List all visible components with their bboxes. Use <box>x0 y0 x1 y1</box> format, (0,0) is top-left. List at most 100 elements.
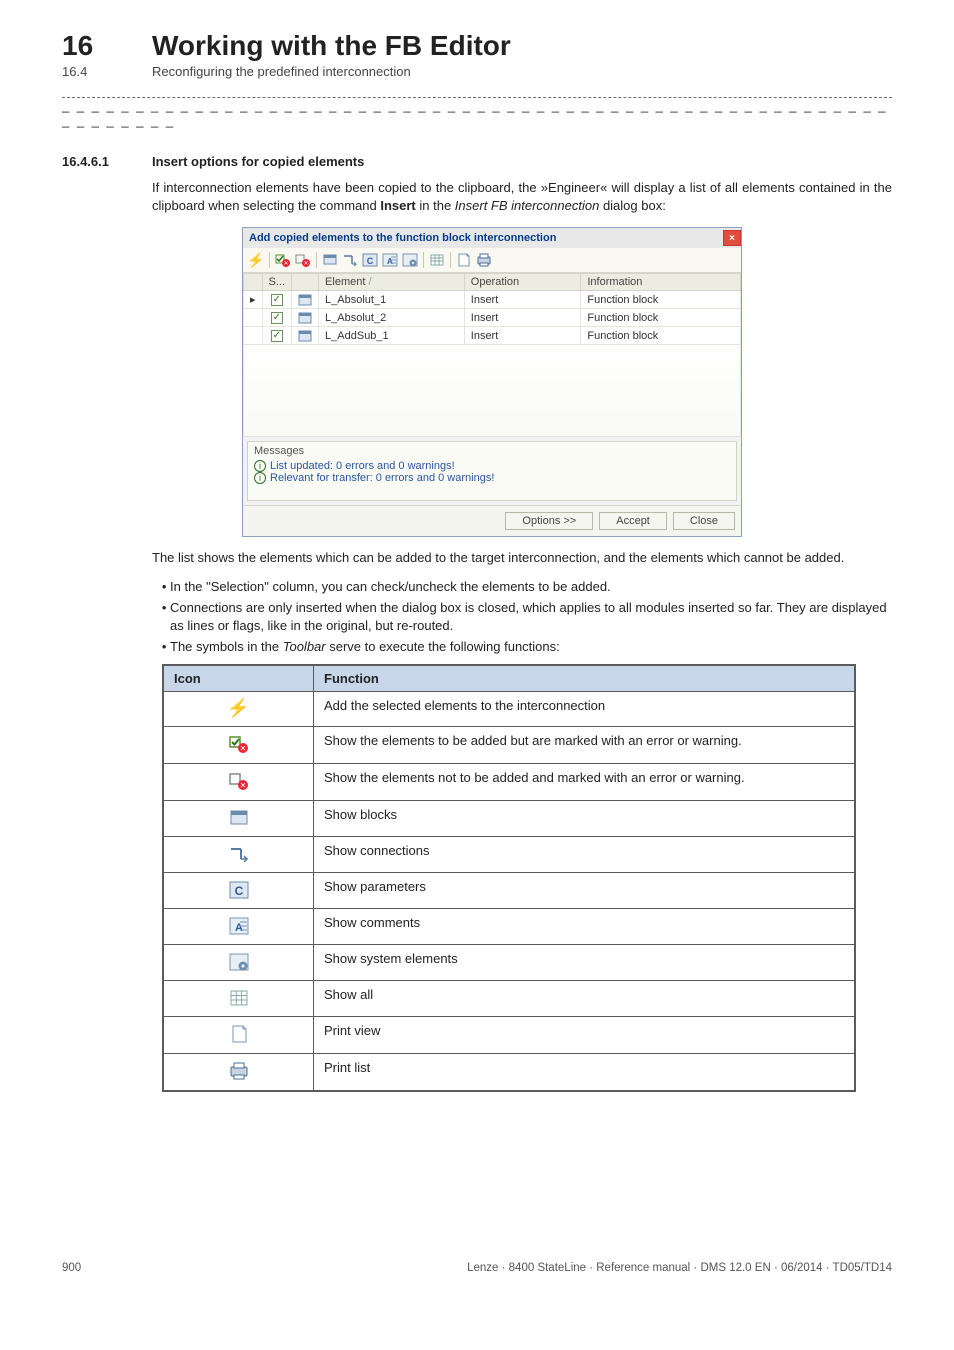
showall-icon[interactable] <box>428 251 446 269</box>
check-warn-icon[interactable]: ✕ <box>274 251 292 269</box>
toolbar-separator <box>423 252 424 268</box>
col-operation[interactable]: Operation <box>464 274 581 291</box>
insert-command: Insert <box>380 198 415 213</box>
function-cell: Show system elements <box>314 944 855 980</box>
message-2: Relevant for transfer: 0 errors and 0 wa… <box>270 472 494 484</box>
para-1c: dialog box: <box>599 198 666 213</box>
selection-checkbox[interactable]: ✓ <box>262 327 292 345</box>
row-pointer: ▸ <box>244 291 263 309</box>
bullet-list: In the "Selection" column, you can check… <box>152 578 892 656</box>
dialog-title: Add copied elements to the function bloc… <box>249 232 556 244</box>
para-1: If interconnection elements have been co… <box>152 179 892 215</box>
dialog-name: Insert FB interconnection <box>455 198 600 213</box>
list-item: The symbols in the Toolbar serve to exec… <box>170 638 892 656</box>
parameters-icon[interactable]: C <box>361 251 379 269</box>
table-row: Show all <box>164 980 855 1016</box>
element-cell: L_Absolut_1 <box>319 291 465 309</box>
table-row: Print list <box>164 1053 855 1090</box>
close-button[interactable]: Close <box>673 512 735 530</box>
syselem-icon[interactable] <box>401 251 419 269</box>
function-cell: Show all <box>314 980 855 1016</box>
dialog-toolbar: ⚡ ✕ ✕ C A <box>243 248 741 273</box>
uncheck-warn-icon[interactable]: ✕ <box>294 251 312 269</box>
table-row: Show system elements <box>164 944 855 980</box>
row-pointer <box>244 309 263 327</box>
info-cell: Function block <box>581 327 741 345</box>
function-cell: Show the elements to be added but are ma… <box>314 726 855 763</box>
accept-button[interactable]: Accept <box>599 512 667 530</box>
operation-cell: Insert <box>464 291 581 309</box>
operation-cell: Insert <box>464 309 581 327</box>
parameters-icon: C <box>164 872 314 908</box>
selection-checkbox[interactable]: ✓ <box>262 291 292 309</box>
function-cell: Add the selected elements to the interco… <box>314 691 855 726</box>
showall-icon <box>164 980 314 1016</box>
list-item: Connections are only inserted when the d… <box>170 599 892 634</box>
table-row: ⚡Add the selected elements to the interc… <box>164 691 855 726</box>
svg-text:A: A <box>387 257 393 266</box>
bolt-icon: ⚡ <box>164 691 314 726</box>
header-icon: Icon <box>164 665 314 691</box>
section-title: Reconfiguring the predefined interconnec… <box>152 64 411 79</box>
svg-text:✕: ✕ <box>303 261 308 267</box>
type-icon <box>292 327 319 345</box>
svg-text:A: A <box>235 922 243 934</box>
toolbar-term: Toolbar <box>283 639 326 654</box>
svg-text:✕: ✕ <box>283 261 288 267</box>
function-cell: Show comments <box>314 908 855 944</box>
selection-checkbox[interactable]: ✓ <box>262 309 292 327</box>
header-function: Function <box>314 665 855 691</box>
table-row: Print view <box>164 1016 855 1053</box>
close-icon[interactable]: × <box>723 230 741 246</box>
table-row[interactable]: ▸✓ L_Absolut_1InsertFunction block <box>244 291 741 309</box>
table-row: ✕Show the elements to be added but are m… <box>164 726 855 763</box>
options-button[interactable]: Options >> <box>505 512 593 530</box>
table-row: Show blocks <box>164 800 855 836</box>
connections-icon <box>164 836 314 872</box>
col-selection[interactable]: S... <box>262 274 292 291</box>
subsection-title: Insert options for copied elements <box>152 154 364 169</box>
blocks-icon[interactable] <box>321 251 339 269</box>
table-row[interactable]: ✓L_AddSub_1InsertFunction block <box>244 327 741 345</box>
svg-text:✕: ✕ <box>239 781 246 790</box>
printlist-icon <box>164 1053 314 1090</box>
list-item: In the "Selection" column, you can check… <box>170 578 892 596</box>
subsection-number: 16.4.6.1 <box>62 154 152 169</box>
row-pointer <box>244 327 263 345</box>
table-row[interactable]: ✓L_Absolut_2InsertFunction block <box>244 309 741 327</box>
function-cell: Print list <box>314 1053 855 1090</box>
type-icon <box>292 291 319 309</box>
function-cell: Show connections <box>314 836 855 872</box>
table-row: ✕Show the elements not to be added and m… <box>164 763 855 800</box>
printlist-icon[interactable] <box>475 251 493 269</box>
info-icon: i <box>254 472 266 484</box>
chapter-number: 16 <box>62 30 152 62</box>
info-cell: Function block <box>581 291 741 309</box>
syselem-icon <box>164 944 314 980</box>
bolt-icon[interactable]: ⚡ <box>247 251 265 269</box>
col-element[interactable]: Element / <box>319 274 465 291</box>
para-1b: in the <box>416 198 455 213</box>
col-information[interactable]: Information <box>581 274 741 291</box>
table-row: Show connections <box>164 836 855 872</box>
check-warn-icon: ✕ <box>164 726 314 763</box>
info-cell: Function block <box>581 309 741 327</box>
comments-icon: A <box>164 908 314 944</box>
comments-icon[interactable]: A <box>381 251 399 269</box>
connections-icon[interactable] <box>341 251 359 269</box>
printview-icon <box>164 1016 314 1053</box>
function-cell: Show parameters <box>314 872 855 908</box>
col-element-label: Element <box>325 276 365 288</box>
function-cell: Print view <box>314 1016 855 1053</box>
table-row: A Show comments <box>164 908 855 944</box>
operation-cell: Insert <box>464 327 581 345</box>
chapter-title: Working with the FB Editor <box>152 30 511 62</box>
uncheck-warn-icon: ✕ <box>164 763 314 800</box>
printview-icon[interactable] <box>455 251 473 269</box>
table-row: C Show parameters <box>164 872 855 908</box>
svg-text:C: C <box>234 884 243 898</box>
li3a: The symbols in the <box>170 639 283 654</box>
toolbar-separator <box>450 252 451 268</box>
svg-text:C: C <box>367 256 374 266</box>
blocks-icon <box>164 800 314 836</box>
